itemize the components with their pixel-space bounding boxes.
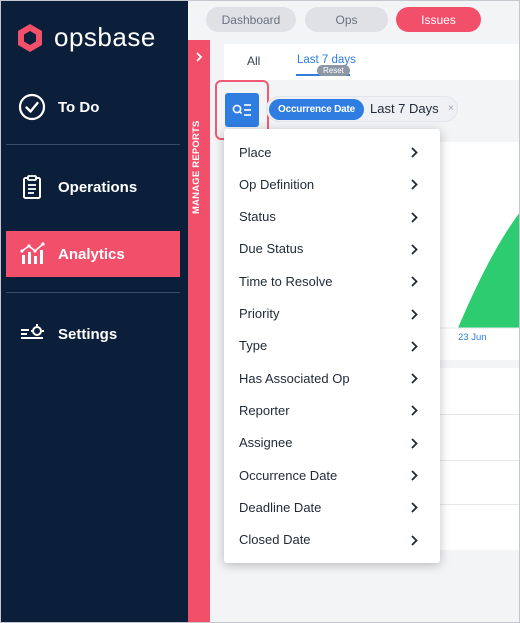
- dropdown-item-status[interactable]: Status: [224, 201, 440, 233]
- dropdown-item-label: Reporter: [239, 402, 290, 418]
- dropdown-item-label: Assignee: [239, 435, 293, 451]
- sidebar-item-analytics[interactable]: Analytics: [6, 231, 180, 277]
- sidebar-item-todo[interactable]: To Do: [6, 84, 180, 130]
- analytics-icon: [20, 242, 45, 264]
- check-circle-icon: [18, 93, 46, 121]
- manage-reports-toggle[interactable]: MANAGE REPORTS: [188, 40, 210, 623]
- dropdown-item-label: Time to Resolve: [239, 273, 333, 289]
- chevron-right-icon: [411, 276, 418, 287]
- chevron-right-icon: [411, 470, 418, 481]
- filter-list-icon: [232, 104, 251, 116]
- chevron-right-icon: [411, 244, 418, 255]
- tab-ops[interactable]: Ops: [305, 7, 388, 32]
- dropdown-item-label: Occurrence Date: [239, 467, 338, 483]
- active-filter-chip[interactable]: Occurrence Date Last 7 Days ×: [266, 96, 458, 122]
- filter-dropdown-menu: Place Op Definition Status Due Status Time t…: [224, 129, 440, 563]
- sidebar-item-label: Operations: [58, 178, 138, 196]
- chart-area-series: [458, 212, 520, 328]
- dropdown-item-closed-date[interactable]: Closed Date: [224, 524, 440, 556]
- sidebar: opsbase To Do Operations Analytics Setti…: [0, 0, 188, 623]
- chevron-right-icon: [411, 502, 418, 513]
- sidebar-item-label: Analytics: [58, 245, 125, 263]
- divider: [6, 292, 180, 293]
- dropdown-item-label: Op Definition: [239, 176, 315, 192]
- chart-x-tick-label: 23 Jun: [458, 332, 487, 343]
- logo[interactable]: opsbase: [16, 22, 156, 53]
- tab-issues[interactable]: Issues: [396, 7, 481, 32]
- chevron-right-icon: [411, 308, 418, 320]
- settings-sliders-icon: [21, 324, 44, 339]
- dropdown-item-label: Type: [239, 338, 268, 354]
- dropdown-item-has-associated-op[interactable]: Has Associated Op: [224, 362, 440, 394]
- dropdown-item-label: Has Associated Op: [239, 370, 350, 386]
- chevron-right-icon: [411, 341, 418, 352]
- opsbase-logo-icon: [18, 23, 42, 52]
- dropdown-item-label: Closed Date: [239, 532, 311, 548]
- sidebar-item-label: To Do: [58, 98, 100, 116]
- chevron-right-icon: [411, 211, 418, 223]
- dropdown-item-label: Status: [239, 209, 276, 225]
- dropdown-item-time-to-resolve[interactable]: Time to Resolve: [224, 265, 440, 297]
- dropdown-item-assignee[interactable]: Assignee: [224, 427, 440, 459]
- clipboard-icon: [23, 175, 41, 199]
- dropdown-item-occurrence-date[interactable]: Occurrence Date: [224, 459, 440, 491]
- dropdown-item-due-status[interactable]: Due Status: [224, 233, 440, 265]
- top-tabs-bar: Dashboard Ops Issues: [188, 0, 520, 40]
- dropdown-item-label: Priority: [239, 306, 280, 321]
- sub-tabs-card: [224, 44, 520, 80]
- chevron-right-icon: [411, 373, 418, 384]
- dropdown-item-place[interactable]: Place: [224, 136, 440, 168]
- sidebar-item-settings[interactable]: Settings: [6, 311, 180, 357]
- dropdown-item-type[interactable]: Type: [224, 330, 440, 362]
- dropdown-item-label: Deadline Date: [239, 499, 322, 515]
- chevron-right-icon: [411, 147, 418, 158]
- dropdown-item-reporter[interactable]: Reporter: [224, 394, 440, 426]
- sidebar-item-operations[interactable]: Operations: [6, 164, 180, 210]
- filter-chip-value: Last 7 Days: [370, 101, 439, 116]
- chevron-right-icon: [411, 438, 418, 449]
- chevron-right-icon: [196, 52, 203, 62]
- filter-button[interactable]: [225, 93, 259, 127]
- tab-dashboard[interactable]: Dashboard: [206, 7, 296, 32]
- close-icon[interactable]: ×: [448, 103, 454, 114]
- chevron-right-icon: [411, 405, 418, 417]
- dropdown-item-op-definition[interactable]: Op Definition: [224, 168, 440, 200]
- reset-button[interactable]: Reset: [317, 65, 350, 76]
- dropdown-item-label: Place: [239, 144, 272, 160]
- manage-reports-label: MANAGE REPORTS: [191, 120, 202, 214]
- chevron-right-icon: [411, 534, 418, 546]
- brand-name: opsbase: [54, 22, 156, 52]
- dropdown-item-priority[interactable]: Priority: [224, 298, 440, 330]
- dropdown-item-label: Due Status: [239, 241, 304, 257]
- sidebar-item-label: Settings: [58, 325, 118, 343]
- dropdown-item-deadline-date[interactable]: Deadline Date: [224, 491, 440, 523]
- chevron-right-icon: [411, 179, 418, 190]
- tab-all[interactable]: All: [247, 54, 260, 68]
- divider: [6, 144, 180, 145]
- filter-chip-label: Occurrence Date: [269, 99, 365, 120]
